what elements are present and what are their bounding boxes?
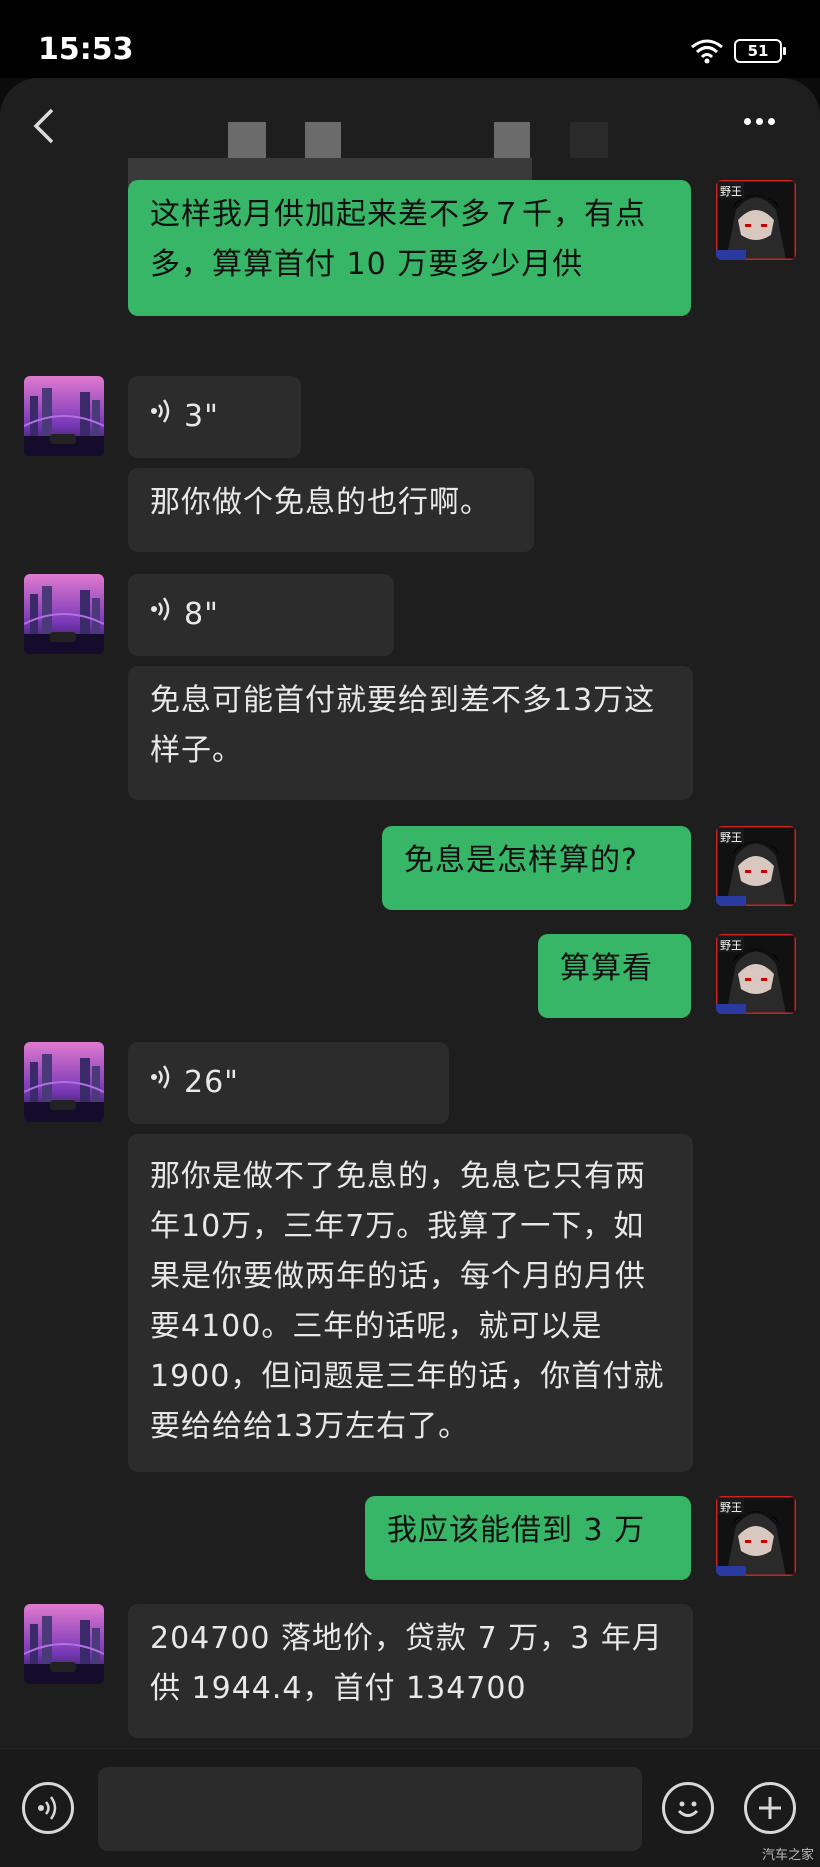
message-input[interactable] <box>98 1767 642 1851</box>
voice-wave-icon <box>150 392 174 442</box>
my-avatar[interactable]: 野王 <box>716 826 796 906</box>
city-avatar-image <box>24 1042 104 1122</box>
their-message-bubble[interactable]: 那你是做不了免息的，免息它只有两年10万，三年7万。我算了一下，如果是你要做两年… <box>128 1134 693 1472</box>
chat-panel: 这样我月供加起来差不多７千，有点多，算算首付 10 万要多少月供 野王 3" 那… <box>0 78 820 1867</box>
message-list[interactable]: 这样我月供加起来差不多７千，有点多，算算首付 10 万要多少月供 野王 3" 那… <box>0 78 820 1748</box>
city-avatar-image <box>24 376 104 456</box>
voice-wave-icon <box>38 1796 57 1820</box>
watermark: 汽车之家 <box>761 1848 814 1863</box>
battery-icon: 51 <box>734 39 786 63</box>
my-avatar[interactable]: 野王 <box>716 934 796 1014</box>
avatar-badge-text: 野王 <box>720 1501 742 1514</box>
wifi-icon <box>691 39 723 64</box>
voice-message[interactable]: 26" <box>128 1042 449 1124</box>
status-time: 15:53 <box>38 32 134 67</box>
status-bar: 15:53 51 <box>0 0 820 78</box>
their-message-bubble[interactable]: 免息可能首付就要给到差不多13万这样子。 <box>128 666 693 800</box>
input-bar: 汽车之家 <box>0 1748 820 1867</box>
voice-duration: 26" <box>184 1065 239 1100</box>
contact-avatar[interactable] <box>24 376 104 456</box>
my-avatar[interactable]: 野王 <box>716 180 796 260</box>
their-message-bubble[interactable]: 204700 落地价，贷款 7 万，3 年月供 1944.4，首付 134700 <box>128 1604 693 1738</box>
voice-duration: 3" <box>184 399 219 434</box>
emoji-button[interactable] <box>662 1782 714 1834</box>
my-message-bubble[interactable]: 我应该能借到 3 万 <box>365 1496 691 1580</box>
voice-message[interactable]: 8" <box>128 574 394 656</box>
city-avatar-image <box>24 1604 104 1684</box>
voice-wave-icon <box>150 590 174 640</box>
smiley-icon <box>677 1801 699 1817</box>
contact-avatar[interactable] <box>24 1042 104 1122</box>
avatar-badge-text: 野王 <box>720 831 742 844</box>
contact-avatar[interactable] <box>24 1604 104 1684</box>
voice-wave-icon <box>150 1058 174 1108</box>
my-message-bubble[interactable]: 这样我月供加起来差不多７千，有点多，算算首付 10 万要多少月供 <box>128 180 691 316</box>
avatar-badge-text: 野王 <box>720 939 742 952</box>
status-icons: 51 <box>690 38 786 64</box>
voice-input-button[interactable] <box>22 1782 74 1834</box>
my-message-bubble[interactable]: 算算看 <box>538 934 691 1018</box>
contact-avatar[interactable] <box>24 574 104 654</box>
my-avatar[interactable]: 野王 <box>716 1496 796 1576</box>
voice-message[interactable]: 3" <box>128 376 301 458</box>
my-message-bubble[interactable]: 免息是怎样算的? <box>382 826 691 910</box>
battery-level: 51 <box>747 42 769 60</box>
their-message-bubble[interactable]: 那你做个免息的也行啊。 <box>128 468 534 552</box>
avatar-badge-text: 野王 <box>720 185 742 198</box>
voice-duration: 8" <box>184 597 219 632</box>
city-avatar-image <box>24 574 104 654</box>
add-attachment-button[interactable] <box>744 1782 796 1834</box>
plus-icon <box>759 1797 781 1819</box>
